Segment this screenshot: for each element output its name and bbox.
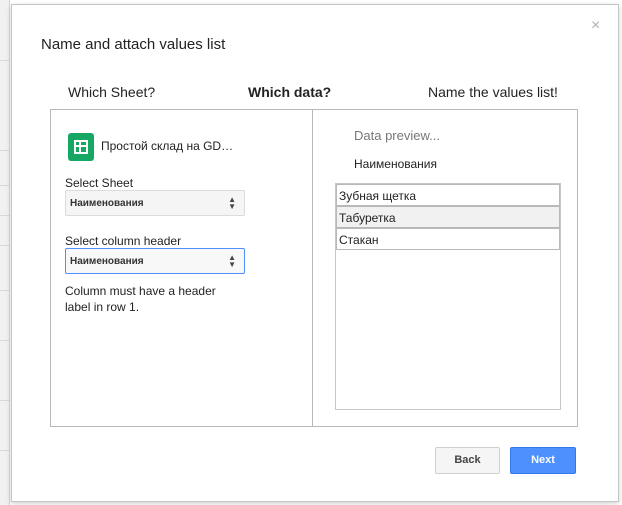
step-name-values-list: Name the values list! — [428, 84, 558, 100]
background-gridline — [0, 215, 10, 216]
select-sheet-value: Наименования — [70, 198, 144, 209]
back-button[interactable]: Back — [435, 447, 500, 474]
updown-arrows-icon: ▲ ▼ — [228, 253, 236, 269]
select-sheet-dropdown[interactable]: Наименования ▲ ▼ — [65, 190, 245, 216]
attach-values-dialog: Name and attach values list × Which Shee… — [11, 4, 619, 502]
column-help-text: Column must have a header label in row 1… — [65, 284, 216, 314]
google-sheets-icon — [68, 133, 94, 161]
background-gridline — [0, 340, 10, 341]
background-gridline — [0, 60, 10, 61]
next-button[interactable]: Next — [510, 447, 576, 474]
wizard-panel: Простой склад на GD… Select Sheet Наимен… — [50, 109, 578, 427]
list-item: Табуретка — [336, 206, 560, 228]
step-which-data: Which data? — [248, 84, 332, 100]
spreadsheet-name: Простой склад на GD… — [101, 139, 234, 153]
list-item: Стакан — [336, 228, 560, 250]
background-gridline — [0, 290, 10, 291]
data-preview-list: Зубная щетка Табуретка Стакан — [335, 183, 561, 410]
select-sheet-label: Select Sheet — [65, 176, 134, 190]
dialog-title: Name and attach values list — [41, 36, 226, 53]
close-icon[interactable]: × — [591, 18, 600, 34]
list-item: Зубная щетка — [336, 184, 560, 206]
background-gridline — [0, 245, 10, 246]
data-preview-title: Data preview... — [354, 128, 440, 143]
select-column-label: Select column header — [65, 234, 182, 248]
select-column-dropdown[interactable]: Наименования ▲ ▼ — [65, 248, 245, 274]
background-gridline — [0, 450, 10, 451]
step-which-sheet: Which Sheet? — [68, 84, 156, 100]
background-sheet-edge — [0, 0, 10, 505]
background-gridline — [0, 150, 10, 151]
background-gridline — [0, 185, 10, 186]
updown-arrows-icon: ▲ ▼ — [228, 195, 236, 211]
select-column-value: Наименования — [70, 256, 144, 267]
panel-divider — [312, 110, 313, 426]
background-gridline — [0, 400, 10, 401]
preview-column-name: Наименования — [354, 157, 438, 171]
